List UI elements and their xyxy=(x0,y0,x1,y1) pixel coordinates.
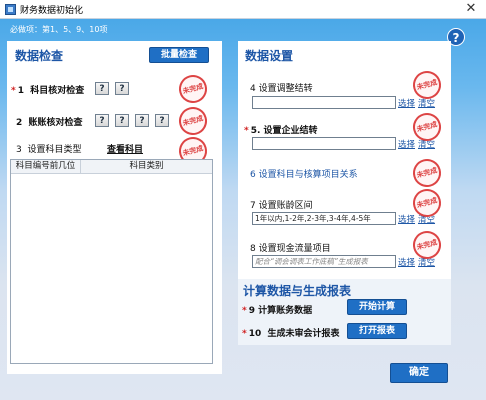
dialog-body: 必做项：第1、5、9、10项 ? 数据检查 批量检查 * 1 科目核对检查 ? ?… xyxy=(0,19,486,400)
enterprise-carryover-label: * 5. 设置企业结转 xyxy=(244,126,318,136)
table-header: 科目编号前几位 科目类别 xyxy=(11,160,212,174)
question-icon[interactable]: ? xyxy=(155,114,169,127)
cashflow-items-label: 8 设置现金流量项目 xyxy=(250,244,331,254)
window-title: 财务数据初始化 xyxy=(20,6,84,16)
subject-type-label: 3 设置科目类型 xyxy=(16,145,82,155)
batch-check-button[interactable]: 批量检查 xyxy=(149,47,209,63)
aging-interval-select-link[interactable]: 选择 xyxy=(398,213,415,225)
account-check-label: 2 账账核对检查 xyxy=(16,118,83,128)
enterprise-carryover-input[interactable] xyxy=(252,137,396,150)
adjust-carryover-select-link[interactable]: 选择 xyxy=(398,97,415,109)
data-check-title: 数据检查 xyxy=(15,49,64,63)
adjust-carryover-label: 4 设置调整结转 xyxy=(250,84,313,94)
incomplete-stamp: 未完成 xyxy=(175,103,211,139)
adjust-carryover-input[interactable] xyxy=(252,96,396,109)
subject-accounting-relation-link[interactable]: 6 设置科目与核算项目关系 xyxy=(250,167,358,180)
incomplete-stamp: 未完成 xyxy=(175,71,211,107)
generate-report-label: * 10 生成未审会计报表 xyxy=(242,329,340,339)
question-icon[interactable]: ? xyxy=(95,82,109,95)
aging-interval-label: 7 设置账龄区间 xyxy=(250,201,313,211)
question-icon[interactable]: ? xyxy=(135,114,149,127)
start-calc-button[interactable]: 开始计算 xyxy=(347,299,407,315)
question-icon[interactable]: ? xyxy=(115,114,129,127)
subject-check-label: * 1 科目核对检查 xyxy=(11,86,85,96)
subject-type-table[interactable]: 科目编号前几位 科目类别 xyxy=(10,159,213,364)
question-icon[interactable]: ? xyxy=(115,82,129,95)
open-report-button[interactable]: 打开报表 xyxy=(347,323,407,339)
data-settings-panel: 数据设置 4 设置调整结转 选择 清空 未完成 * 5. 设置企业结转 选择 清空… xyxy=(238,41,451,296)
calc-report-panel: 计算数据与生成报表 * 9 计算账务数据 开始计算 * 10 生成未审会计报表 打开… xyxy=(238,279,451,345)
required-items-note: 必做项：第1、5、9、10项 xyxy=(10,25,108,34)
question-icon[interactable]: ? xyxy=(95,114,109,127)
view-subjects-link[interactable]: 查看科目 xyxy=(107,142,143,155)
calc-report-title: 计算数据与生成报表 xyxy=(243,284,352,298)
app-icon xyxy=(5,4,16,15)
data-settings-title: 数据设置 xyxy=(245,49,294,63)
incomplete-stamp: 未完成 xyxy=(409,155,445,191)
column-header-subject-prefix[interactable]: 科目编号前几位 xyxy=(11,160,81,173)
aging-interval-input[interactable]: 1年以内,1-2年,2-3年,3-4年,4-5年 xyxy=(252,212,396,225)
column-header-subject-category[interactable]: 科目类别 xyxy=(81,160,212,173)
cashflow-items-select-link[interactable]: 选择 xyxy=(398,256,415,268)
cashflow-items-input[interactable]: 配合“调会调表工作底稿”生成报表 xyxy=(252,255,396,268)
title-bar: 财务数据初始化 ✕ xyxy=(0,0,486,19)
calc-accounting-label: * 9 计算账务数据 xyxy=(242,306,313,316)
ok-button[interactable]: 确定 xyxy=(390,363,448,383)
enterprise-carryover-select-link[interactable]: 选择 xyxy=(398,138,415,150)
close-icon[interactable]: ✕ xyxy=(462,0,480,18)
